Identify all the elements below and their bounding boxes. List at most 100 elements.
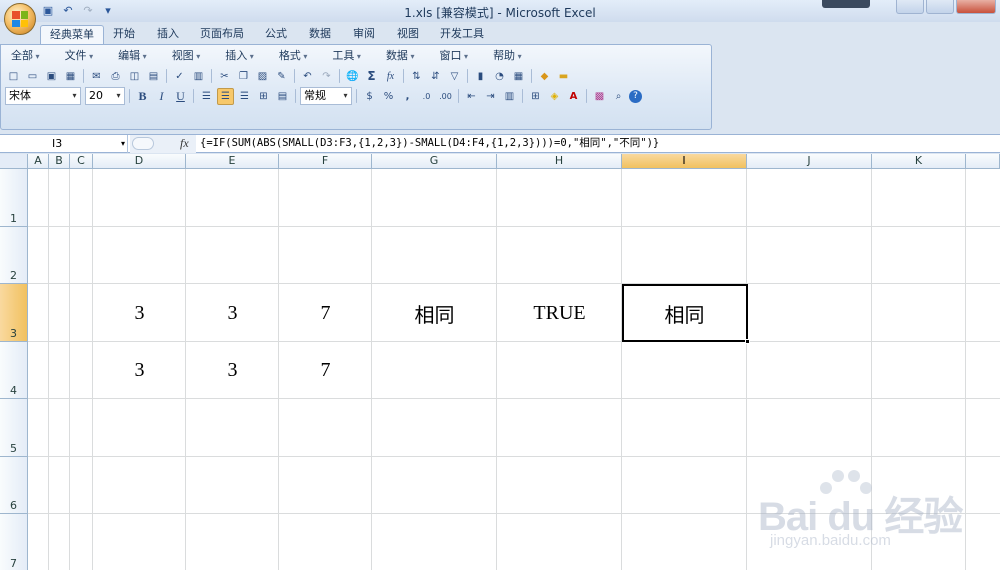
fill-color-icon[interactable]: ◈	[546, 88, 563, 105]
open-icon[interactable]: ▭	[24, 68, 41, 85]
cell-f3[interactable]: 7	[279, 284, 372, 342]
redo-icon[interactable]: ↷	[318, 68, 335, 85]
save-icon[interactable]: ▣	[43, 68, 60, 85]
text-direction-icon[interactable]: ▥	[501, 88, 518, 105]
row-header-1[interactable]: 1	[0, 169, 28, 227]
column-header-b[interactable]: B	[49, 154, 70, 169]
cell-d4[interactable]: 3	[93, 342, 186, 399]
styles-icon[interactable]: ▩	[591, 88, 608, 105]
sort-ascending-icon[interactable]: ⇅	[408, 68, 425, 85]
column-header-g[interactable]: G	[372, 154, 497, 169]
print-preview-icon[interactable]: ◫	[126, 68, 143, 85]
align-left-icon[interactable]: ☰	[198, 88, 215, 105]
function-icon[interactable]: fx	[382, 68, 399, 85]
row-header-7[interactable]: 7	[0, 514, 28, 570]
percent-icon[interactable]: %	[380, 88, 397, 105]
menu-data[interactable]: 数据	[380, 48, 421, 64]
merge-center-icon[interactable]: ⊞	[255, 88, 272, 105]
fill-handle[interactable]	[745, 339, 750, 344]
row-header-6[interactable]: 6	[0, 457, 28, 514]
sort-descending-icon[interactable]: ⇵	[427, 68, 444, 85]
menu-format[interactable]: 格式	[273, 48, 314, 64]
row-header-5[interactable]: 5	[0, 399, 28, 457]
tab-classic-menu[interactable]: 经典菜单	[40, 25, 104, 44]
decrease-decimal-icon[interactable]: .00	[437, 88, 454, 105]
bold-button[interactable]: B	[134, 88, 151, 105]
filter-icon[interactable]: ▽	[446, 68, 463, 85]
font-size-combo[interactable]: 20 ▾	[85, 87, 125, 105]
autosum-icon[interactable]: Σ	[363, 68, 380, 85]
tab-insert[interactable]: 插入	[154, 25, 182, 44]
menu-edit[interactable]: 编辑	[112, 48, 153, 64]
cut-icon[interactable]: ✂	[216, 68, 233, 85]
help-icon[interactable]: ?	[629, 89, 642, 103]
cell-d3[interactable]: 3	[93, 284, 186, 342]
comma-icon[interactable]: ,	[399, 88, 416, 105]
cell-g3[interactable]: 相同	[372, 284, 497, 342]
menu-help[interactable]: 帮助	[487, 48, 528, 64]
formula-input[interactable]: {=IF(SUM(ABS(SMALL(D3:F3,{1,2,3})-SMALL(…	[200, 135, 659, 153]
column-header-i[interactable]: I	[622, 154, 747, 169]
menu-tools[interactable]: 工具	[326, 48, 367, 64]
tab-home[interactable]: 开始	[110, 25, 138, 44]
row-header-3[interactable]: 3	[0, 284, 28, 342]
email-icon[interactable]: ✉	[88, 68, 105, 85]
increase-decimal-icon[interactable]: .0	[418, 88, 435, 105]
cell-f4[interactable]: 7	[279, 342, 372, 399]
office-button[interactable]	[4, 3, 36, 35]
column-header-j[interactable]: J	[747, 154, 872, 169]
folder-icon[interactable]: ▬	[555, 68, 572, 85]
column-header-overflow[interactable]	[966, 154, 1000, 169]
macro-icon[interactable]: ◆	[536, 68, 553, 85]
number-format-combo[interactable]: 常规 ▾	[300, 87, 352, 105]
chart-icon[interactable]: ▮	[472, 68, 489, 85]
currency-icon[interactable]: $	[361, 88, 378, 105]
align-center-icon[interactable]: ☰	[217, 87, 234, 105]
decrease-indent-icon[interactable]: ⇤	[463, 88, 480, 105]
column-header-k[interactable]: K	[872, 154, 966, 169]
tab-page-layout[interactable]: 页面布局	[198, 25, 246, 44]
row-header-4[interactable]: 4	[0, 342, 28, 399]
maximize-button[interactable]	[926, 0, 954, 14]
tab-formulas[interactable]: 公式	[262, 25, 290, 44]
column-header-e[interactable]: E	[186, 154, 279, 169]
font-color-icon[interactable]: A	[565, 88, 582, 105]
permission-icon[interactable]: ▦	[62, 68, 79, 85]
drawing-icon[interactable]: ◔	[491, 68, 508, 85]
grid-icon[interactable]: ▦	[510, 68, 527, 85]
paste-icon[interactable]: ▨	[254, 68, 271, 85]
column-header-f[interactable]: F	[279, 154, 372, 169]
tab-review[interactable]: 审阅	[350, 25, 378, 44]
worksheet-grid[interactable]: A B C D E F G H I J K 1 2 3 4 5 6 7 3 3 7 相同 TRUE 相同 3 3 7	[0, 154, 1000, 570]
copy-icon[interactable]: ❐	[235, 68, 252, 85]
underline-button[interactable]: U	[172, 88, 189, 105]
font-name-combo[interactable]: 宋体 ▾	[5, 87, 81, 105]
column-header-a[interactable]: A	[28, 154, 49, 169]
spelling-icon[interactable]: ✓	[171, 68, 188, 85]
hyperlink-icon[interactable]: 🌐	[344, 68, 361, 85]
new-icon[interactable]: □	[5, 68, 22, 85]
wrap-icon[interactable]: ▤	[274, 88, 291, 105]
increase-indent-icon[interactable]: ⇥	[482, 88, 499, 105]
format-painter-icon[interactable]: ✎	[273, 68, 290, 85]
menu-insert[interactable]: 插入	[219, 48, 260, 64]
italic-button[interactable]: I	[153, 88, 170, 105]
menu-view[interactable]: 视图	[166, 48, 207, 64]
tab-developer[interactable]: 开发工具	[438, 25, 486, 44]
row-header-2[interactable]: 2	[0, 227, 28, 284]
align-right-icon[interactable]: ☰	[236, 88, 253, 105]
undo-icon[interactable]: ↶	[299, 68, 316, 85]
research-icon[interactable]: ▤	[145, 68, 162, 85]
cell-h3[interactable]: TRUE	[497, 284, 622, 342]
column-header-c[interactable]: C	[70, 154, 93, 169]
menu-window[interactable]: 窗口	[434, 48, 475, 64]
insert-function-icon[interactable]: fx	[180, 136, 189, 151]
name-box[interactable]: I3 ▾	[2, 135, 128, 153]
print-icon[interactable]: ⎙	[107, 68, 124, 85]
column-header-d[interactable]: D	[93, 154, 186, 169]
menu-file[interactable]: 文件	[59, 48, 100, 64]
close-button[interactable]	[956, 0, 996, 14]
tab-data[interactable]: 数据	[306, 25, 334, 44]
find-icon[interactable]: ⌕	[610, 88, 627, 105]
column-header-h[interactable]: H	[497, 154, 622, 169]
